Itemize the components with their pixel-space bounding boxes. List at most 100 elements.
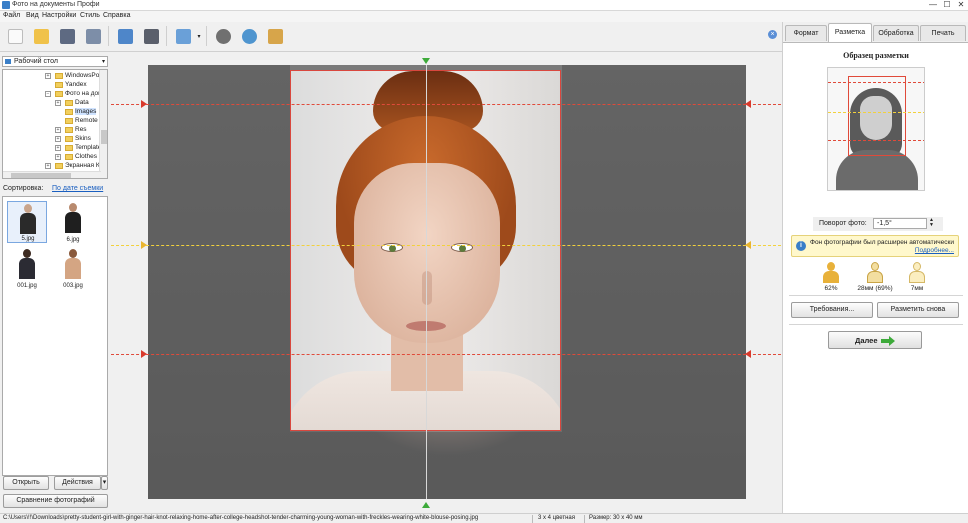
top-guide-handle-left[interactable] [141,100,147,108]
rotation-input[interactable]: -1,5° [873,218,927,229]
tab-processing[interactable]: Обработка [873,25,919,41]
folder-tree[interactable]: + WindowsPow Yandex − Фото на док + Data Images… [2,69,108,179]
canvas-area [111,53,781,513]
menu-file[interactable]: Файл [3,12,20,19]
menu-help[interactable]: Справка [103,12,130,19]
film-reel-icon[interactable] [212,25,234,47]
toolbar-separator [206,26,207,46]
rotation-stepper[interactable]: ▲ ▼ [927,218,936,229]
woman-portrait-image [19,249,35,279]
expander-icon[interactable]: + [55,154,61,160]
menu-view[interactable]: Вид [26,12,39,19]
head-gold-icon [821,261,841,283]
chevron-down-icon: ▾ [101,59,105,65]
head-outline-icon [865,261,885,283]
arrow-right-icon [881,336,895,346]
left-panel: Рабочий стол ▾ + WindowsPow Yandex − Фото на… [0,53,110,513]
info-text: Фон фотографии был расширен автоматическ… [810,239,954,246]
folder-icon [55,73,63,79]
tab-print[interactable]: Печать [920,25,966,41]
expander-icon[interactable]: + [55,100,61,106]
save-icon[interactable] [56,25,78,47]
thumbnail[interactable]: 6.jpg [53,201,93,243]
next-button-label: Далее [855,336,878,345]
center-handle-bottom[interactable] [422,502,430,508]
markup-sample [827,65,925,191]
thumbnail[interactable]: 5.jpg [7,201,47,243]
overlay-right [562,65,746,499]
photo-canvas[interactable] [148,65,746,499]
package-icon[interactable] [264,25,286,47]
remark-button[interactable]: Разметить снова [877,302,959,318]
open-button[interactable]: Открыть [3,476,49,490]
actions-button[interactable]: Действия [54,476,101,490]
overlay-left [148,65,290,499]
folder-icon [65,154,73,160]
tree-item-label: Images [75,108,97,115]
tree-horizontal-scrollbar[interactable] [3,171,101,178]
actions-dropdown-button[interactable]: ▾ [101,476,108,490]
folder-icon [65,118,73,124]
thumbnail[interactable]: 001.jpg [7,247,47,289]
tree-item-label: Фото на док [65,90,102,97]
folder-icon [65,145,73,151]
new-file-icon[interactable] [4,25,26,47]
thumbnail[interactable]: 003.jpg [53,247,93,289]
compare-photos-button[interactable]: Сравнение фотографий [3,494,108,508]
expander-icon[interactable]: + [45,73,51,79]
right-panel: Формат Разметка Обработка Печать Образец… [782,22,968,513]
sort-label: Сортировка: [3,185,44,192]
eye-guide-handle-right[interactable] [745,241,751,249]
tree-item-label: Yandex [65,81,87,88]
markup-panel: Образец разметки Поворот фото: -1,5° ▲ ▼ … [783,42,968,513]
wallpaper-icon[interactable] [172,25,194,47]
thumbnail-caption: 001.jpg [17,283,37,289]
menu-style[interactable]: Стиль [80,12,100,19]
expander-icon[interactable]: + [55,127,61,133]
maximize-button[interactable]: ☐ [940,0,954,10]
folder-select[interactable]: Рабочий стол ▾ [2,56,108,67]
top-guide-handle-right[interactable] [745,100,751,108]
print-icon[interactable] [82,25,104,47]
scrollbar-thumb[interactable] [11,173,71,178]
scrollbar-thumb[interactable] [101,130,107,144]
tab-markup[interactable]: Разметка [828,23,872,42]
nose [422,271,432,305]
photo-size: Размер: 30 x 40 мм [589,515,643,521]
close-icon[interactable]: × [768,30,777,39]
expander-icon[interactable]: + [45,163,51,169]
menu-bar: Файл Вид Настройки Стиль Справка [0,11,968,22]
sort-link[interactable]: По дате съемки [52,185,103,192]
chin-guide-handle-right[interactable] [745,350,751,358]
menu-settings[interactable]: Настройки [42,12,76,19]
thumbnail-grid: 5.jpg 6.jpg 001.jpg 003.jpg [2,196,108,476]
chin-guide-handle-left[interactable] [141,350,147,358]
globe-upload-icon[interactable] [238,25,260,47]
minimize-button[interactable]: — [926,0,940,10]
status-separator [532,515,533,523]
toolbar-separator [108,26,109,46]
requirements-button[interactable]: Требования... [791,302,873,318]
more-link[interactable]: Подробнее... [915,247,954,254]
camera-icon[interactable] [140,25,162,47]
folder-icon [65,109,73,115]
tab-format[interactable]: Формат [785,25,827,41]
expander-icon[interactable]: − [45,91,51,97]
man-suit-image [65,203,81,233]
tree-vertical-scrollbar[interactable] [99,70,107,178]
user-photo-icon[interactable] [114,25,136,47]
close-window-button[interactable]: ✕ [954,0,968,10]
desktop-icon [5,59,11,64]
top-margin-stat: 7мм [897,261,937,295]
open-folder-icon[interactable] [30,25,52,47]
folder-select-value: Рабочий стол [14,58,58,65]
thumbnail-caption: 5.jpg [21,236,35,242]
window-title: Фото на документы Профи [12,1,100,8]
chevron-down-icon[interactable]: ▾ [195,25,203,47]
expander-icon[interactable]: + [55,136,61,142]
eye-guide-handle-left[interactable] [141,241,147,249]
center-handle-top[interactable] [422,58,430,64]
expander-icon[interactable]: + [55,145,61,151]
tree-item-label: Remote [75,117,98,124]
next-button[interactable]: Далее [828,331,922,349]
